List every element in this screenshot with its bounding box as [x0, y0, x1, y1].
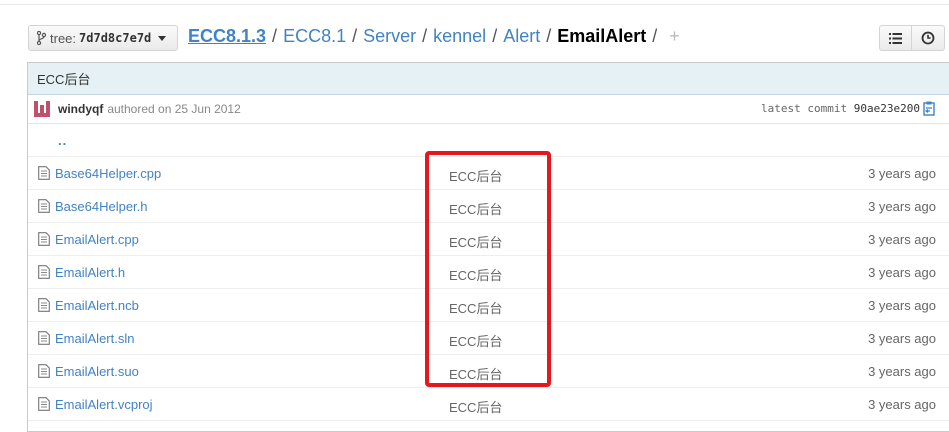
file-row: EmailAlert.h ECC后台 3 years ago [28, 256, 949, 289]
file-age: 3 years ago [868, 397, 936, 412]
file-name-link[interactable]: Base64Helper.cpp [55, 166, 161, 181]
file-name-link[interactable]: Base64Helper.h [55, 199, 148, 214]
branch-icon [37, 31, 46, 45]
file-row: EmailAlert.cpp ECC后台 3 years ago [28, 223, 949, 256]
file-icon [38, 199, 50, 213]
file-browser: ECC后台 windyqf authored on 25 Jun 2012 la… [27, 62, 949, 432]
file-name-link[interactable]: EmailAlert.suo [55, 364, 139, 379]
file-commit-message[interactable]: ECC后台 [449, 232, 502, 251]
file-commit-message[interactable]: ECC后台 [449, 397, 502, 416]
commit-author-link[interactable]: windyqf [58, 102, 103, 116]
file-commit-message[interactable]: ECC后台 [449, 331, 502, 350]
latest-commit-sha[interactable]: 90ae23e200 [854, 102, 920, 115]
top-divider [0, 4, 949, 5]
file-commit-message[interactable]: ECC后台 [449, 265, 502, 284]
file-age: 3 years ago [868, 298, 936, 313]
commit-meta: windyqf authored on 25 Jun 2012 latest c… [28, 95, 949, 124]
file-name-link[interactable]: EmailAlert.vcproj [55, 397, 153, 412]
breadcrumb-separator: / [352, 26, 358, 46]
branch-sha: 7d7d8c7e7d [79, 31, 152, 45]
commit-title: ECC后台 [28, 63, 949, 95]
file-age: 3 years ago [868, 199, 936, 214]
file-name-link[interactable]: EmailAlert.ncb [55, 298, 139, 313]
file-icon [38, 166, 50, 180]
file-name-link[interactable]: EmailAlert.h [55, 265, 125, 280]
parent-directory-link[interactable]: .. [58, 133, 67, 148]
file-commit-message[interactable]: ECC后台 [449, 166, 502, 185]
breadcrumb-root-link[interactable]: ECC8.1.3 [188, 26, 266, 47]
breadcrumb-link[interactable]: kennel [433, 26, 486, 47]
file-commit-message[interactable]: ECC后台 [449, 199, 502, 218]
branch-prefix: tree: [50, 30, 77, 46]
clipboard-copy-icon[interactable] [923, 101, 935, 116]
file-icon [38, 232, 50, 246]
file-age: 3 years ago [868, 364, 936, 379]
latest-commit-label: latest commit [761, 102, 848, 115]
avatar[interactable] [34, 101, 50, 117]
breadcrumb-link[interactable]: ECC8.1 [283, 26, 346, 47]
breadcrumb-separator: / [546, 26, 552, 46]
history-clock-icon [921, 31, 935, 45]
file-commit-message[interactable]: ECC后台 [449, 298, 502, 317]
file-row: EmailAlert.vcproj ECC后台 3 years ago [28, 388, 949, 421]
file-row: EmailAlert.sln ECC后台 3 years ago [28, 322, 949, 355]
branch-selector-button[interactable]: tree: 7d7d8c7e7d [28, 25, 178, 51]
breadcrumb-separator: / [652, 26, 658, 46]
file-row: Base64Helper.h ECC后台 3 years ago [28, 190, 949, 223]
breadcrumb-separator: / [492, 26, 498, 46]
commit-authored-date: authored on 25 Jun 2012 [107, 102, 241, 116]
file-age: 3 years ago [868, 166, 936, 181]
breadcrumb-link[interactable]: Alert [503, 26, 540, 47]
file-icon [38, 298, 50, 312]
file-row: EmailAlert.suo ECC后台 3 years ago [28, 355, 949, 388]
list-view-button[interactable] [879, 25, 912, 51]
add-file-link[interactable]: + [669, 26, 680, 47]
chevron-down-icon [158, 35, 167, 41]
file-row: EmailAlert.ncb ECC后台 3 years ago [28, 289, 949, 322]
history-button[interactable] [912, 25, 945, 51]
file-icon [38, 364, 50, 378]
breadcrumb-separator: / [272, 26, 278, 46]
file-name-link[interactable]: EmailAlert.sln [55, 331, 134, 346]
view-toggle-group [879, 25, 945, 51]
parent-directory-row: .. [28, 124, 949, 157]
breadcrumb: ECC8.1.3 / ECC8.1 / Server / kennel / Al… [188, 26, 680, 47]
commit-message[interactable]: ECC后台 [37, 69, 90, 88]
breadcrumb-link[interactable]: Server [363, 26, 416, 47]
file-commit-message[interactable]: ECC后台 [449, 364, 502, 383]
file-age: 3 years ago [868, 232, 936, 247]
file-icon [38, 331, 50, 345]
file-name-link[interactable]: EmailAlert.cpp [55, 232, 139, 247]
latest-commit: latest commit 90ae23e200 [761, 102, 920, 115]
file-age: 3 years ago [868, 331, 936, 346]
file-icon [38, 397, 50, 411]
file-icon [38, 265, 50, 279]
file-age: 3 years ago [868, 265, 936, 280]
breadcrumb-current: EmailAlert [557, 26, 647, 46]
list-icon [889, 32, 902, 44]
file-row: Base64Helper.cpp ECC后台 3 years ago [28, 157, 949, 190]
breadcrumb-separator: / [422, 26, 428, 46]
